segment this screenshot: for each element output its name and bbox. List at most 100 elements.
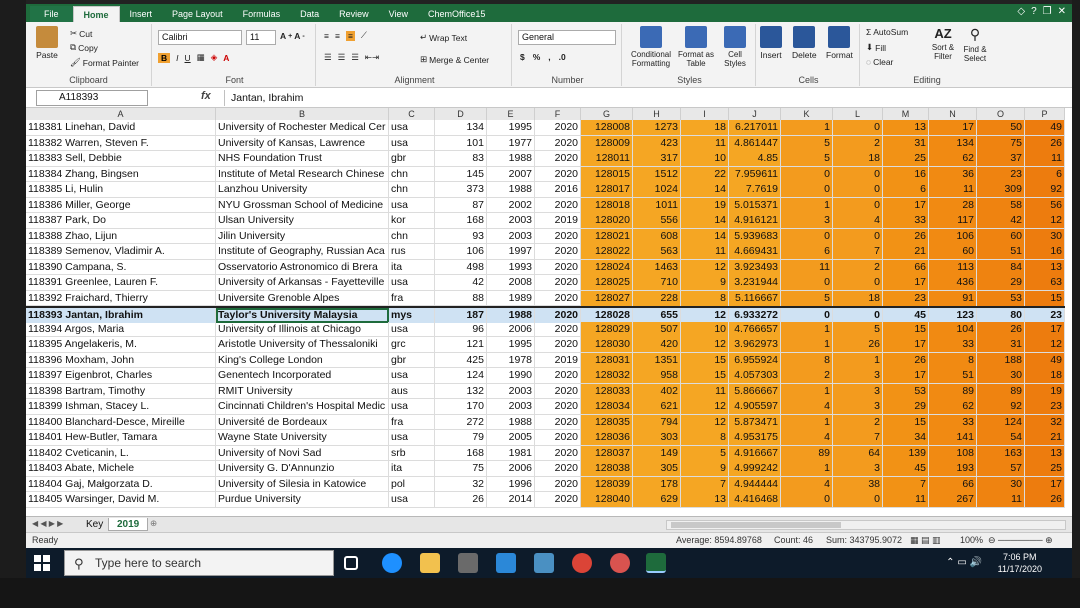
cell-b[interactable]: NHS Foundation Trust bbox=[216, 151, 389, 166]
cell-a[interactable]: 118390 Campana, S. bbox=[26, 259, 216, 275]
cell-m[interactable]: 21 bbox=[883, 244, 929, 259]
cell-l[interactable]: 38 bbox=[833, 476, 883, 492]
cell-k[interactable]: 4 bbox=[781, 476, 833, 492]
cell-i[interactable]: 7 bbox=[681, 476, 729, 492]
cell-f[interactable]: 2016 bbox=[535, 182, 581, 197]
task-view-icon[interactable] bbox=[344, 556, 358, 570]
cell-p[interactable]: 56 bbox=[1025, 197, 1065, 213]
table-row[interactable]: 118392 Fraichard, Thierry Universite Gren… bbox=[26, 290, 1065, 306]
cell-b[interactable]: NYU Grossman School of Medicine bbox=[216, 197, 389, 213]
cell-i[interactable]: 8 bbox=[681, 290, 729, 306]
cell-m[interactable]: 7 bbox=[883, 476, 929, 492]
cell-m[interactable]: 25 bbox=[883, 151, 929, 166]
cell-d[interactable]: 425 bbox=[435, 352, 487, 368]
cell-m[interactable]: 17 bbox=[883, 197, 929, 213]
column-header-p[interactable]: P bbox=[1025, 108, 1065, 120]
cell-e[interactable]: 2003 bbox=[487, 383, 535, 399]
taskbar-clock[interactable]: 7:06 PM 11/17/2020 bbox=[998, 551, 1042, 575]
tab-review[interactable]: Review bbox=[329, 6, 379, 22]
cell-j[interactable]: 4.916121 bbox=[729, 213, 781, 228]
cell-g[interactable]: 128009 bbox=[581, 135, 633, 151]
column-header-o[interactable]: O bbox=[977, 108, 1025, 120]
wrap-text-button[interactable]: ↵ Wrap Text bbox=[420, 32, 467, 43]
column-header-f[interactable]: F bbox=[535, 108, 581, 120]
cell-i[interactable]: 15 bbox=[681, 352, 729, 368]
cell-b[interactable]: RMIT University bbox=[216, 383, 389, 399]
column-header-k[interactable]: K bbox=[781, 108, 833, 120]
cell-b[interactable]: Purdue University bbox=[216, 492, 389, 507]
column-header-d[interactable]: D bbox=[435, 108, 487, 120]
cell-b[interactable]: Osservatorio Astronomico di Brera bbox=[216, 259, 389, 275]
cell-j[interactable]: 5.116667 bbox=[729, 290, 781, 306]
cell-g[interactable]: 128027 bbox=[581, 290, 633, 306]
cell-g[interactable]: 128033 bbox=[581, 383, 633, 399]
cell-n[interactable]: 436 bbox=[929, 275, 977, 290]
cell-m[interactable]: 15 bbox=[883, 414, 929, 430]
cell-a[interactable]: 118405 Warsinger, David M. bbox=[26, 492, 216, 507]
cell-j[interactable]: 5.866667 bbox=[729, 383, 781, 399]
cell-o[interactable]: 163 bbox=[977, 445, 1025, 461]
cell-l[interactable]: 3 bbox=[833, 383, 883, 399]
cell-b[interactable]: King's College London bbox=[216, 352, 389, 368]
cell-j[interactable]: 6.217011 bbox=[729, 120, 781, 135]
cell-i[interactable]: 12 bbox=[681, 259, 729, 275]
cell-k[interactable]: 1 bbox=[781, 120, 833, 135]
cell-f[interactable]: 2020 bbox=[535, 430, 581, 445]
cell-h[interactable]: 710 bbox=[633, 275, 681, 290]
cell-o[interactable]: 29 bbox=[977, 275, 1025, 290]
cell-e[interactable]: 1977 bbox=[487, 135, 535, 151]
cell-a[interactable]: 118395 Angelakeris, M. bbox=[26, 337, 216, 352]
cell-j[interactable]: 7.959611 bbox=[729, 166, 781, 182]
table-row[interactable]: 118403 Abate, Michele University G. D'Ann… bbox=[26, 461, 1065, 477]
cell-k[interactable]: 1 bbox=[781, 461, 833, 476]
column-header-h[interactable]: H bbox=[633, 108, 681, 120]
cell-f[interactable]: 2020 bbox=[535, 492, 581, 507]
cell-a[interactable]: 118399 Ishman, Stacey L. bbox=[26, 399, 216, 414]
cell-n[interactable]: 108 bbox=[929, 445, 977, 461]
cell-h[interactable]: 1011 bbox=[633, 197, 681, 213]
cell-m[interactable]: 139 bbox=[883, 445, 929, 461]
table-row[interactable]: 118396 Moxham, John King's College London… bbox=[26, 352, 1065, 368]
cell-n[interactable]: 62 bbox=[929, 151, 977, 166]
cell-g[interactable]: 128035 bbox=[581, 414, 633, 430]
cell-m[interactable]: 66 bbox=[883, 259, 929, 275]
cell-m[interactable]: 17 bbox=[883, 275, 929, 290]
cell-k[interactable]: 0 bbox=[781, 228, 833, 244]
column-header-j[interactable]: J bbox=[729, 108, 781, 120]
cell-g[interactable]: 128040 bbox=[581, 492, 633, 507]
cell-k[interactable]: 0 bbox=[781, 166, 833, 182]
format-cells-button[interactable]: Format bbox=[826, 26, 853, 60]
cell-p[interactable]: 49 bbox=[1025, 120, 1065, 135]
cell-h[interactable]: 1512 bbox=[633, 166, 681, 182]
cell-n[interactable]: 60 bbox=[929, 244, 977, 259]
cell-g[interactable]: 128017 bbox=[581, 182, 633, 197]
cell-p[interactable]: 49 bbox=[1025, 352, 1065, 368]
cell-i[interactable]: 12 bbox=[681, 399, 729, 414]
cell-e[interactable]: 1988 bbox=[487, 151, 535, 166]
cell-p[interactable]: 15 bbox=[1025, 290, 1065, 306]
cell-j[interactable]: 3.962973 bbox=[729, 337, 781, 352]
cell-e[interactable]: 2003 bbox=[487, 399, 535, 414]
cell-n[interactable]: 193 bbox=[929, 461, 977, 476]
cell-m[interactable]: 13 bbox=[883, 120, 929, 135]
cell-b[interactable]: University of Rochester Medical Cer bbox=[216, 120, 389, 135]
cell-p[interactable]: 63 bbox=[1025, 275, 1065, 290]
cell-i[interactable]: 19 bbox=[681, 197, 729, 213]
cell-a[interactable]: 118381 Linehan, David bbox=[26, 120, 216, 135]
cell-g[interactable]: 128039 bbox=[581, 476, 633, 492]
cell-k[interactable]: 11 bbox=[781, 259, 833, 275]
cell-g[interactable]: 128037 bbox=[581, 445, 633, 461]
cell-c[interactable]: usa bbox=[389, 135, 435, 151]
cell-k[interactable]: 0 bbox=[781, 182, 833, 197]
cell-c[interactable]: pol bbox=[389, 476, 435, 492]
cell-c[interactable]: fra bbox=[389, 290, 435, 306]
table-row[interactable]: 118395 Angelakeris, M. Aristotle Universi… bbox=[26, 337, 1065, 353]
cell-f[interactable]: 2020 bbox=[535, 166, 581, 182]
cell-h[interactable]: 1273 bbox=[633, 120, 681, 135]
cell-p[interactable]: 6 bbox=[1025, 166, 1065, 182]
cell-p[interactable]: 30 bbox=[1025, 228, 1065, 244]
cell-l[interactable]: 0 bbox=[833, 228, 883, 244]
cell-k[interactable]: 5 bbox=[781, 135, 833, 151]
cell-m[interactable]: 26 bbox=[883, 352, 929, 368]
cell-l[interactable]: 0 bbox=[833, 275, 883, 290]
